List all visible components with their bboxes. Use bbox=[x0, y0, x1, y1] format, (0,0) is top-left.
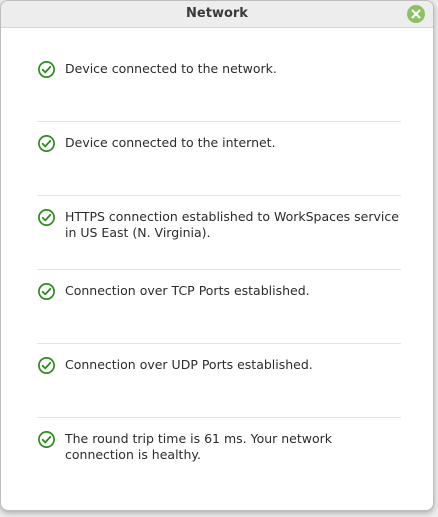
close-button[interactable] bbox=[407, 5, 425, 23]
check-item: Connection over UDP Ports established. bbox=[37, 344, 401, 418]
check-text: HTTPS connection established to WorkSpac… bbox=[65, 209, 399, 240]
check-item: Device connected to the network. bbox=[37, 48, 401, 122]
check-item: Connection over TCP Ports established. bbox=[37, 270, 401, 344]
dialog-titlebar: Network bbox=[1, 1, 433, 28]
check-text: Device connected to the network. bbox=[65, 61, 277, 76]
check-text: Connection over UDP Ports established. bbox=[65, 357, 313, 372]
check-item: Device connected to the internet. bbox=[37, 122, 401, 196]
connection-checks-list: Device connected to the network. Device … bbox=[37, 48, 401, 491]
check-circle-icon bbox=[38, 209, 55, 226]
check-circle-icon bbox=[38, 357, 55, 374]
check-text: The round trip time is 61 ms. Your netwo… bbox=[65, 431, 333, 462]
check-circle-icon bbox=[38, 283, 55, 300]
check-circle-icon bbox=[38, 61, 55, 78]
check-text: Device connected to the internet. bbox=[65, 135, 276, 150]
network-dialog: Network Device connected to the network.… bbox=[0, 0, 434, 511]
close-icon bbox=[411, 9, 421, 19]
check-item: The round trip time is 61 ms. Your netwo… bbox=[37, 418, 401, 491]
check-item: HTTPS connection established to WorkSpac… bbox=[37, 196, 401, 270]
check-circle-icon bbox=[38, 135, 55, 152]
check-text: Connection over TCP Ports established. bbox=[65, 283, 310, 298]
dialog-title: Network bbox=[186, 6, 248, 21]
check-circle-icon bbox=[38, 431, 55, 448]
